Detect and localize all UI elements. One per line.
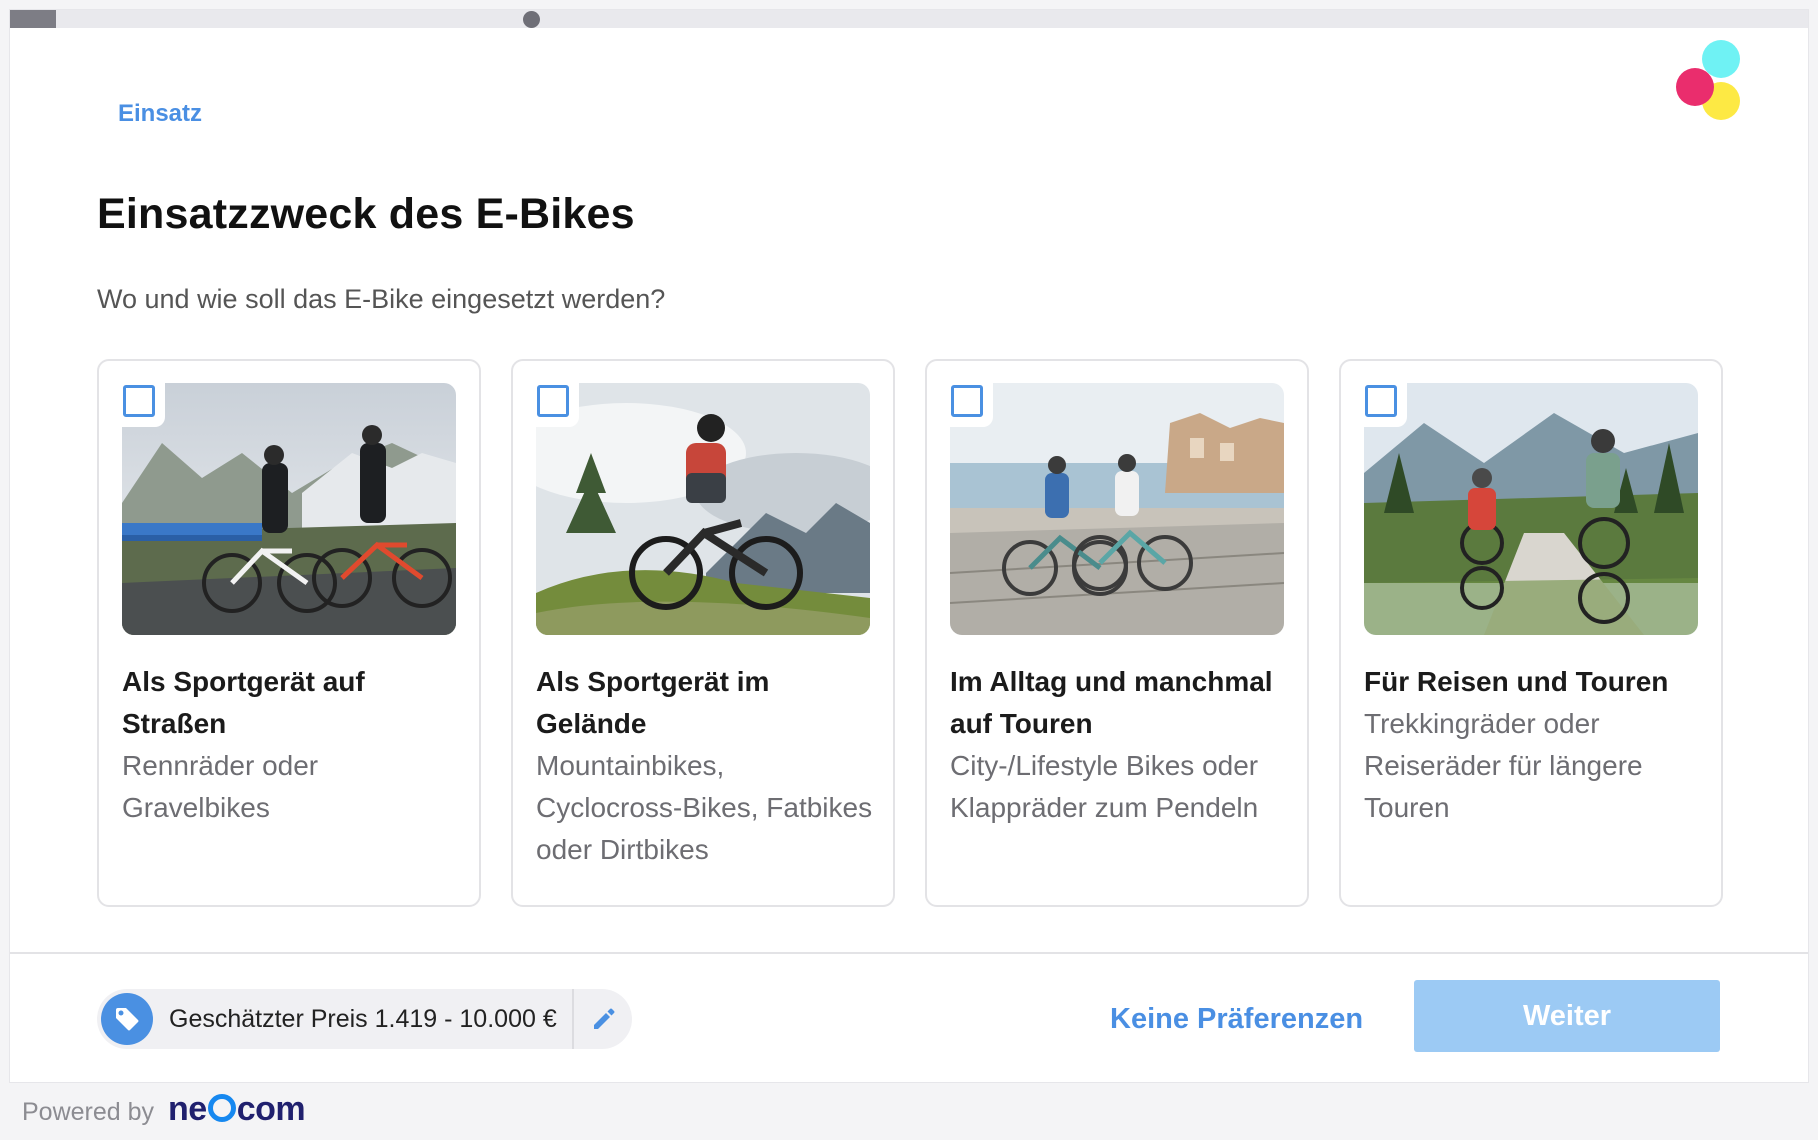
option-cards: Als Sportgerät auf Straßen Rennräder ode…	[97, 359, 1723, 907]
progress-handle[interactable]	[523, 11, 541, 28]
page-subtitle: Wo und wie soll das E-Bike eingesetzt we…	[97, 284, 666, 314]
progress-track[interactable]	[10, 10, 1808, 28]
card-title: Als Sportgerät im Gelände	[536, 666, 770, 739]
card-image-mountain-biker	[536, 383, 870, 635]
checkbox-offroad[interactable]	[537, 385, 569, 417]
price-estimate: Geschätzter Preis 1.419 - 10.000 €	[97, 989, 632, 1049]
price-label: Geschätzter Preis 1.419 - 10.000 €	[169, 1005, 557, 1033]
option-card-road[interactable]: Als Sportgerät auf Straßen Rennräder ode…	[97, 359, 481, 907]
brand-logo	[1676, 40, 1740, 122]
card-title: Im Alltag und manchmal auf Touren	[950, 666, 1273, 739]
checkbox-touring[interactable]	[1365, 385, 1397, 417]
logo-dot-pink	[1676, 68, 1714, 106]
tag-icon	[101, 993, 153, 1045]
option-card-offroad[interactable]: Als Sportgerät im Gelände Mountainbikes,…	[511, 359, 895, 907]
option-card-touring[interactable]: Für Reisen und Touren Trekkingräder oder…	[1339, 359, 1723, 907]
card-description: Rennräder oder Gravelbikes	[122, 750, 319, 823]
card-description: Trekkingräder oder Reiseräder für länger…	[1364, 708, 1643, 823]
no-preference-button[interactable]: Keine Präferenzen	[1110, 1003, 1363, 1036]
neocom-logo[interactable]: ne com	[168, 1090, 306, 1129]
logo-o-ring	[207, 1094, 236, 1122]
checkbox-wrap	[941, 375, 993, 427]
card-title: Für Reisen und Touren	[1364, 666, 1669, 697]
option-card-everyday[interactable]: Im Alltag und manchmal auf Touren City-/…	[925, 359, 1309, 907]
breadcrumb[interactable]: Einsatz	[118, 100, 202, 128]
card-image-road-cyclists	[122, 383, 456, 635]
powered-by-label: Powered by	[22, 1098, 155, 1126]
card-description: Mountainbikes, Cyclocross-Bikes, Fatbike…	[536, 750, 873, 865]
card-image-seaside-couple	[950, 383, 1284, 635]
price-separator	[572, 989, 574, 1049]
progress-fill	[10, 10, 56, 28]
checkbox-wrap	[527, 375, 579, 427]
checkbox-wrap	[113, 375, 165, 427]
card-description: City-/Lifestyle Bikes oder Klappräder zu…	[950, 750, 1259, 823]
configurator-panel: Einsatz Einsatzzweck des E-Bikes Wo und …	[10, 10, 1808, 1082]
checkbox-everyday[interactable]	[951, 385, 983, 417]
page-title: Einsatzzweck des E-Bikes	[97, 190, 635, 238]
checkbox-wrap	[1355, 375, 1407, 427]
card-title: Als Sportgerät auf Straßen	[122, 666, 365, 739]
card-image-touring-cyclists	[1364, 383, 1698, 635]
next-button[interactable]: Weiter	[1414, 980, 1720, 1052]
footer-divider	[10, 952, 1808, 954]
checkbox-road[interactable]	[123, 385, 155, 417]
pencil-icon[interactable]	[587, 1003, 619, 1035]
